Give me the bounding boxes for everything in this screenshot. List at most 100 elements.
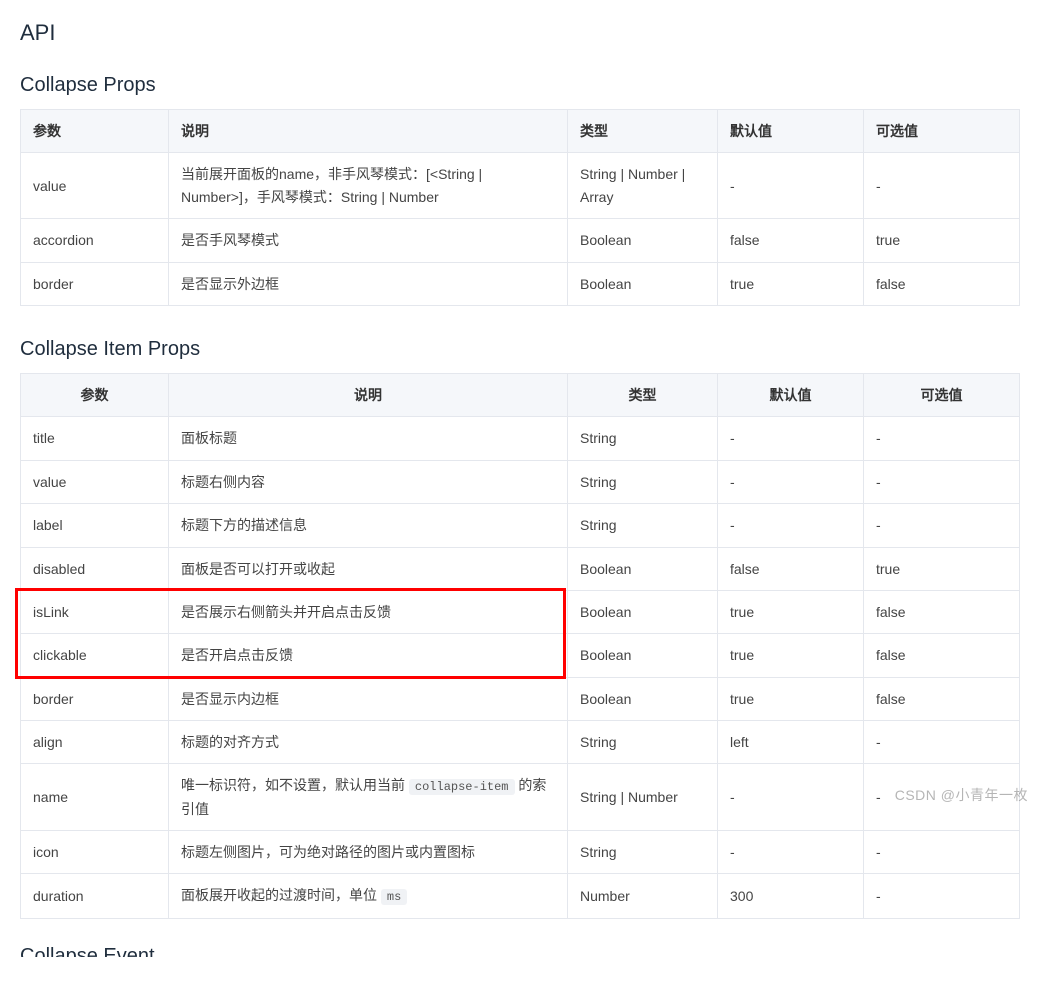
cell-desc: 标题下方的描述信息 — [169, 504, 568, 547]
table-row: title面板标题String-- — [21, 417, 1020, 460]
cell-desc: 标题右侧内容 — [169, 460, 568, 503]
cell-type: Boolean — [568, 262, 718, 305]
cell-default: false — [718, 547, 864, 590]
cell-opt: false — [864, 634, 1020, 677]
cell-desc: 标题左侧图片，可为绝对路径的图片或内置图标 — [169, 831, 568, 874]
table-row: align标题的对齐方式Stringleft- — [21, 721, 1020, 764]
cell-opt: - — [864, 874, 1020, 918]
cell-type: Boolean — [568, 219, 718, 262]
cell-type: Boolean — [568, 547, 718, 590]
desc-code: ms — [381, 889, 407, 905]
th-default: 默认值 — [718, 373, 864, 416]
table-row: border是否显示外边框Booleantruefalse — [21, 262, 1020, 305]
table-row: border是否显示内边框Booleantruefalse — [21, 677, 1020, 720]
table-row: isLink是否展示右侧箭头并开启点击反馈Booleantruefalse — [21, 590, 1020, 633]
cell-type: String — [568, 417, 718, 460]
cell-default: left — [718, 721, 864, 764]
collapse-item-props-table: 参数 说明 类型 默认值 可选值 title面板标题String--value标… — [20, 373, 1020, 919]
th-desc: 说明 — [169, 110, 568, 153]
th-opt: 可选值 — [864, 110, 1020, 153]
cell-param: disabled — [21, 547, 169, 590]
cell-default: - — [718, 831, 864, 874]
cell-default: 300 — [718, 874, 864, 918]
cell-type: String — [568, 831, 718, 874]
cell-opt: - — [864, 764, 1020, 831]
th-default: 默认值 — [718, 110, 864, 153]
cell-param: name — [21, 764, 169, 831]
cell-desc: 是否手风琴模式 — [169, 219, 568, 262]
table-row: accordion是否手风琴模式Booleanfalsetrue — [21, 219, 1020, 262]
th-desc: 说明 — [169, 373, 568, 416]
cell-desc: 面板展开收起的过渡时间，单位 ms — [169, 874, 568, 918]
table-row: label标题下方的描述信息String-- — [21, 504, 1020, 547]
collapse-item-props-heading: Collapse Item Props — [20, 338, 1020, 361]
cell-opt: false — [864, 590, 1020, 633]
table-row: duration面板展开收起的过渡时间，单位 msNumber300- — [21, 874, 1020, 918]
th-type: 类型 — [568, 110, 718, 153]
cell-param: border — [21, 262, 169, 305]
th-param: 参数 — [21, 373, 169, 416]
cell-type: String — [568, 460, 718, 503]
cell-desc: 是否显示内边框 — [169, 677, 568, 720]
cell-type: Boolean — [568, 590, 718, 633]
cell-type: Boolean — [568, 677, 718, 720]
cell-default: - — [718, 153, 864, 219]
collapse-props-heading: Collapse Props — [20, 74, 1020, 97]
cell-opt: - — [864, 721, 1020, 764]
cell-opt: - — [864, 831, 1020, 874]
table-row: icon标题左侧图片，可为绝对路径的图片或内置图标String-- — [21, 831, 1020, 874]
desc-text-pre: 面板展开收起的过渡时间，单位 — [181, 887, 381, 903]
cell-desc: 面板标题 — [169, 417, 568, 460]
cell-param: border — [21, 677, 169, 720]
cell-param: clickable — [21, 634, 169, 677]
desc-code: collapse-item — [409, 779, 515, 795]
table-row: disabled面板是否可以打开或收起Booleanfalsetrue — [21, 547, 1020, 590]
table-row: value标题右侧内容String-- — [21, 460, 1020, 503]
cell-type: String — [568, 721, 718, 764]
th-type: 类型 — [568, 373, 718, 416]
cell-opt: true — [864, 219, 1020, 262]
cell-param: label — [21, 504, 169, 547]
table-header-row: 参数 说明 类型 默认值 可选值 — [21, 110, 1020, 153]
cell-default: true — [718, 634, 864, 677]
cell-type: String | Number | Array — [568, 153, 718, 219]
cell-opt: - — [864, 504, 1020, 547]
th-opt: 可选值 — [864, 373, 1020, 416]
cell-type: String — [568, 504, 718, 547]
cell-type: Boolean — [568, 634, 718, 677]
cell-default: true — [718, 262, 864, 305]
table-row: value当前展开面板的name，非手风琴模式：[<String | Numbe… — [21, 153, 1020, 219]
cell-desc: 当前展开面板的name，非手风琴模式：[<String | Number>]，手… — [169, 153, 568, 219]
desc-text-pre: 唯一标识符，如不设置，默认用当前 — [181, 777, 409, 793]
cell-param: icon — [21, 831, 169, 874]
cell-desc: 是否展示右侧箭头并开启点击反馈 — [169, 590, 568, 633]
api-heading: API — [20, 20, 1020, 46]
collapse-props-table: 参数 说明 类型 默认值 可选值 value当前展开面板的name，非手风琴模式… — [20, 109, 1020, 306]
table-header-row: 参数 说明 类型 默认值 可选值 — [21, 373, 1020, 416]
cell-opt: - — [864, 153, 1020, 219]
cell-default: true — [718, 590, 864, 633]
cell-desc: 唯一标识符，如不设置，默认用当前 collapse-item 的索引值 — [169, 764, 568, 831]
cell-desc: 是否开启点击反馈 — [169, 634, 568, 677]
table-row: name唯一标识符，如不设置，默认用当前 collapse-item 的索引值S… — [21, 764, 1020, 831]
cell-param: title — [21, 417, 169, 460]
cell-param: value — [21, 153, 169, 219]
cell-param: align — [21, 721, 169, 764]
cell-type: String | Number — [568, 764, 718, 831]
cell-opt: true — [864, 547, 1020, 590]
cell-opt: - — [864, 460, 1020, 503]
cell-opt: false — [864, 677, 1020, 720]
cell-default: - — [718, 764, 864, 831]
cell-desc: 标题的对齐方式 — [169, 721, 568, 764]
cell-opt: - — [864, 417, 1020, 460]
collapse-event-heading: Collapse Event — [20, 943, 1020, 957]
cell-desc: 面板是否可以打开或收起 — [169, 547, 568, 590]
cell-default: - — [718, 417, 864, 460]
cell-type: Number — [568, 874, 718, 918]
cell-desc: 是否显示外边框 — [169, 262, 568, 305]
table-row: clickable是否开启点击反馈Booleantruefalse — [21, 634, 1020, 677]
cell-default: false — [718, 219, 864, 262]
cell-default: - — [718, 504, 864, 547]
th-param: 参数 — [21, 110, 169, 153]
cell-param: duration — [21, 874, 169, 918]
